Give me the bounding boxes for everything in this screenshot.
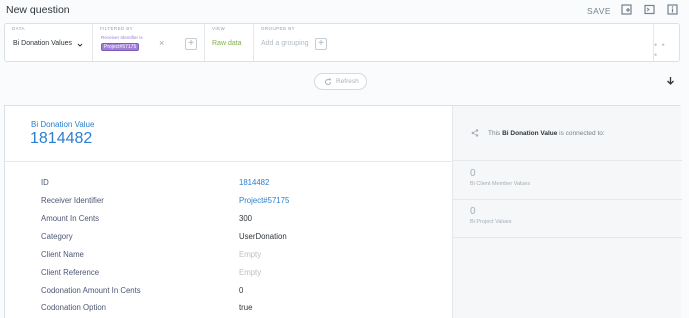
view-label: VIEW [212,26,226,31]
more-options-icon[interactable]: • • • [654,40,673,60]
add-grouping-button[interactable]: + [315,38,327,50]
relation-item[interactable]: 0 Bi Client Member Values [453,162,682,200]
relation-count: 0 [470,168,476,179]
data-source-select[interactable]: Bi Donation Values [13,40,72,47]
data-label: DATA [12,26,25,31]
field-label: Codonation Option [41,303,107,312]
field-value: true [239,303,253,312]
more-section: • • • [653,24,679,61]
field-value: 300 [239,214,253,223]
query-builder-bar: DATA Bi Donation Values FILTERED BY Rece… [4,23,680,62]
field-row: Amount In Cents 300 [5,214,452,232]
field-label: Category [41,232,73,241]
filter-section: FILTERED BY Receiver Identifier is Proje… [93,24,205,61]
console-icon[interactable] [644,4,655,15]
relationships-panel: This Bi Donation Value is connected to: … [452,106,682,318]
object-detail-card: Bi Donation Value 1814482 ID 1814482 Rec… [4,105,682,318]
field-label: ID [41,178,49,187]
grouped-by-label: GROUPED BY [261,26,296,31]
info-icon[interactable] [667,4,678,15]
chevron-down-icon [77,43,83,47]
download-icon[interactable] [666,76,675,86]
refresh-label: Refresh [336,78,359,85]
field-value: 0 [239,286,244,295]
field-row: Receiver Identifier Project#57175 [5,196,452,214]
field-label: Client Name [41,250,84,259]
save-button[interactable]: SAVE [587,6,611,16]
page-title: New question [6,4,70,16]
field-value[interactable]: Project#57175 [239,196,289,205]
add-filter-button[interactable]: + [185,38,197,50]
field-value: Empty [239,250,262,259]
top-bar: New question SAVE [0,0,689,22]
data-section[interactable]: DATA Bi Donation Values [5,24,93,61]
grouping-section: GROUPED BY Add a grouping + [254,24,653,61]
connections-header: This Bi Donation Value is connected to: [453,106,682,161]
field-row: Client Reference Empty [5,268,452,286]
add-to-dashboard-icon[interactable] [621,4,632,15]
relation-name: Bi Project Values [470,219,512,225]
field-row: Codonation Amount In Cents 0 [5,286,452,304]
view-select[interactable]: Raw data [212,40,242,47]
field-label: Codonation Amount In Cents [41,286,141,295]
divider [5,161,452,162]
connections-icon [471,129,479,137]
field-value: UserDonation [239,232,287,241]
entity-name: Bi Donation Value [31,120,95,129]
refresh-button[interactable]: Refresh [314,73,367,90]
field-row: Codonation Option true [5,303,452,318]
relation-count: 0 [470,206,476,217]
entity-id: 1814482 [30,130,93,147]
field-label: Receiver Identifier [41,196,104,205]
remove-filter-icon[interactable]: × [159,38,164,48]
refresh-icon [325,78,332,86]
view-section: VIEW Raw data [205,24,254,61]
connections-entity: Bi Donation Value [502,130,558,137]
relation-name: Bi Client Member Values [470,181,531,187]
filtered-by-label: FILTERED BY [100,26,134,31]
field-row: Client Name Empty [5,250,452,268]
relation-item[interactable]: 0 Bi Project Values [453,200,682,238]
object-detail-panel: Bi Donation Value 1814482 ID 1814482 Rec… [5,106,452,318]
field-row: Category UserDonation [5,232,452,250]
add-grouping-placeholder[interactable]: Add a grouping [261,40,308,47]
field-value[interactable]: 1814482 [239,178,269,187]
filter-value-pill[interactable]: Project#57175 [101,43,140,51]
connections-text: This Bi Donation Value is connected to: [488,130,605,137]
field-value: Empty [239,268,262,277]
field-label: Amount In Cents [41,214,100,223]
field-label: Client Reference [41,268,100,277]
field-row: ID 1814482 [5,178,452,196]
filter-field-label[interactable]: Receiver Identifier is [101,35,143,40]
